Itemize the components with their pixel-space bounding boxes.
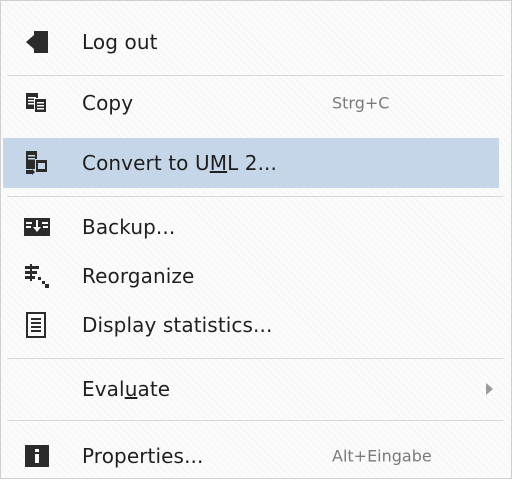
menu-item-label: Reorganize — [82, 264, 195, 288]
menu-item-label: Copy — [82, 91, 134, 115]
menu-item-reorganize[interactable]: Reorganize — [3, 251, 499, 301]
context-menu: Log out Copy Strg+C Convert to UML 2... … — [0, 0, 512, 479]
copy-icon — [23, 89, 51, 117]
shortcut-properties: Alt+Eingabe — [332, 446, 432, 466]
reorganize-icon — [23, 262, 51, 290]
convert-icon — [23, 149, 51, 177]
submenu-arrow-icon — [486, 383, 493, 395]
menu-separator — [7, 196, 503, 197]
menu-item-label: Evaluate — [82, 377, 171, 401]
statistics-icon — [23, 311, 51, 339]
menu-item-copy[interactable]: Copy Strg+C — [3, 78, 499, 128]
menu-item-label: Backup... — [82, 215, 176, 239]
menu-item-label: Log out — [82, 30, 158, 54]
mnemonic-letter: M — [209, 151, 228, 175]
menu-item-backup[interactable]: Backup... — [3, 202, 499, 252]
shortcut-copy: Strg+C — [332, 93, 390, 113]
menu-item-label: Properties... — [82, 444, 204, 468]
menu-item-label: Convert to UML 2... — [82, 151, 277, 175]
menu-item-logout[interactable]: Log out — [3, 17, 499, 67]
menu-separator — [7, 420, 503, 421]
menu-item-display-statistics[interactable]: Display statistics... — [3, 300, 499, 350]
menu-item-evaluate[interactable]: Evaluate — [3, 364, 499, 414]
menu-item-label: Display statistics... — [82, 313, 273, 337]
menu-item-properties[interactable]: Properties... Alt+Eingabe — [3, 431, 499, 481]
menu-separator — [7, 358, 503, 359]
menu-item-convert-to-uml2[interactable]: Convert to UML 2... — [3, 138, 499, 188]
backup-icon — [23, 213, 51, 241]
logout-icon — [23, 28, 51, 56]
mnemonic-letter: u — [124, 377, 138, 401]
menu-separator — [7, 75, 503, 76]
properties-icon — [23, 442, 51, 470]
